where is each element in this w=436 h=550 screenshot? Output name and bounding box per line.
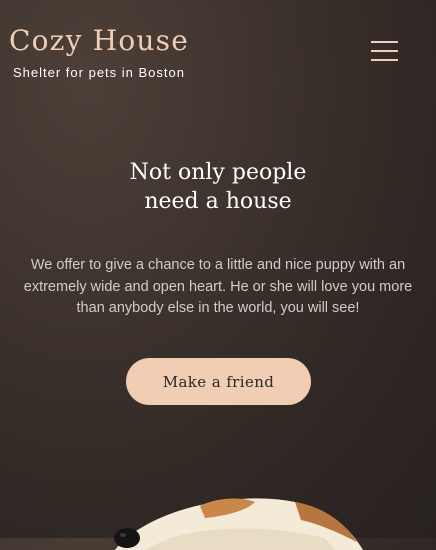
- make-a-friend-button[interactable]: Make a friend: [126, 358, 311, 405]
- burger-line: [371, 50, 398, 52]
- logo-title[interactable]: Cozy House: [9, 24, 189, 57]
- burger-line: [371, 41, 398, 43]
- hero-title: Not only people need a house: [0, 158, 436, 216]
- burger-menu-icon[interactable]: [368, 37, 400, 65]
- hero-description: We offer to give a chance to a little an…: [23, 257, 413, 316]
- puppy-nose-shine: [120, 533, 126, 537]
- logo-subtitle: Shelter for pets in Boston: [13, 65, 185, 80]
- hero-title-line-2: need a house: [144, 189, 292, 214]
- burger-line: [371, 59, 398, 61]
- puppy-image: [114, 498, 363, 550]
- site-header: Cozy House Shelter for pets in Boston: [0, 0, 436, 100]
- puppy-nose: [114, 528, 140, 548]
- hero-title-line-1: Not only people: [129, 160, 307, 185]
